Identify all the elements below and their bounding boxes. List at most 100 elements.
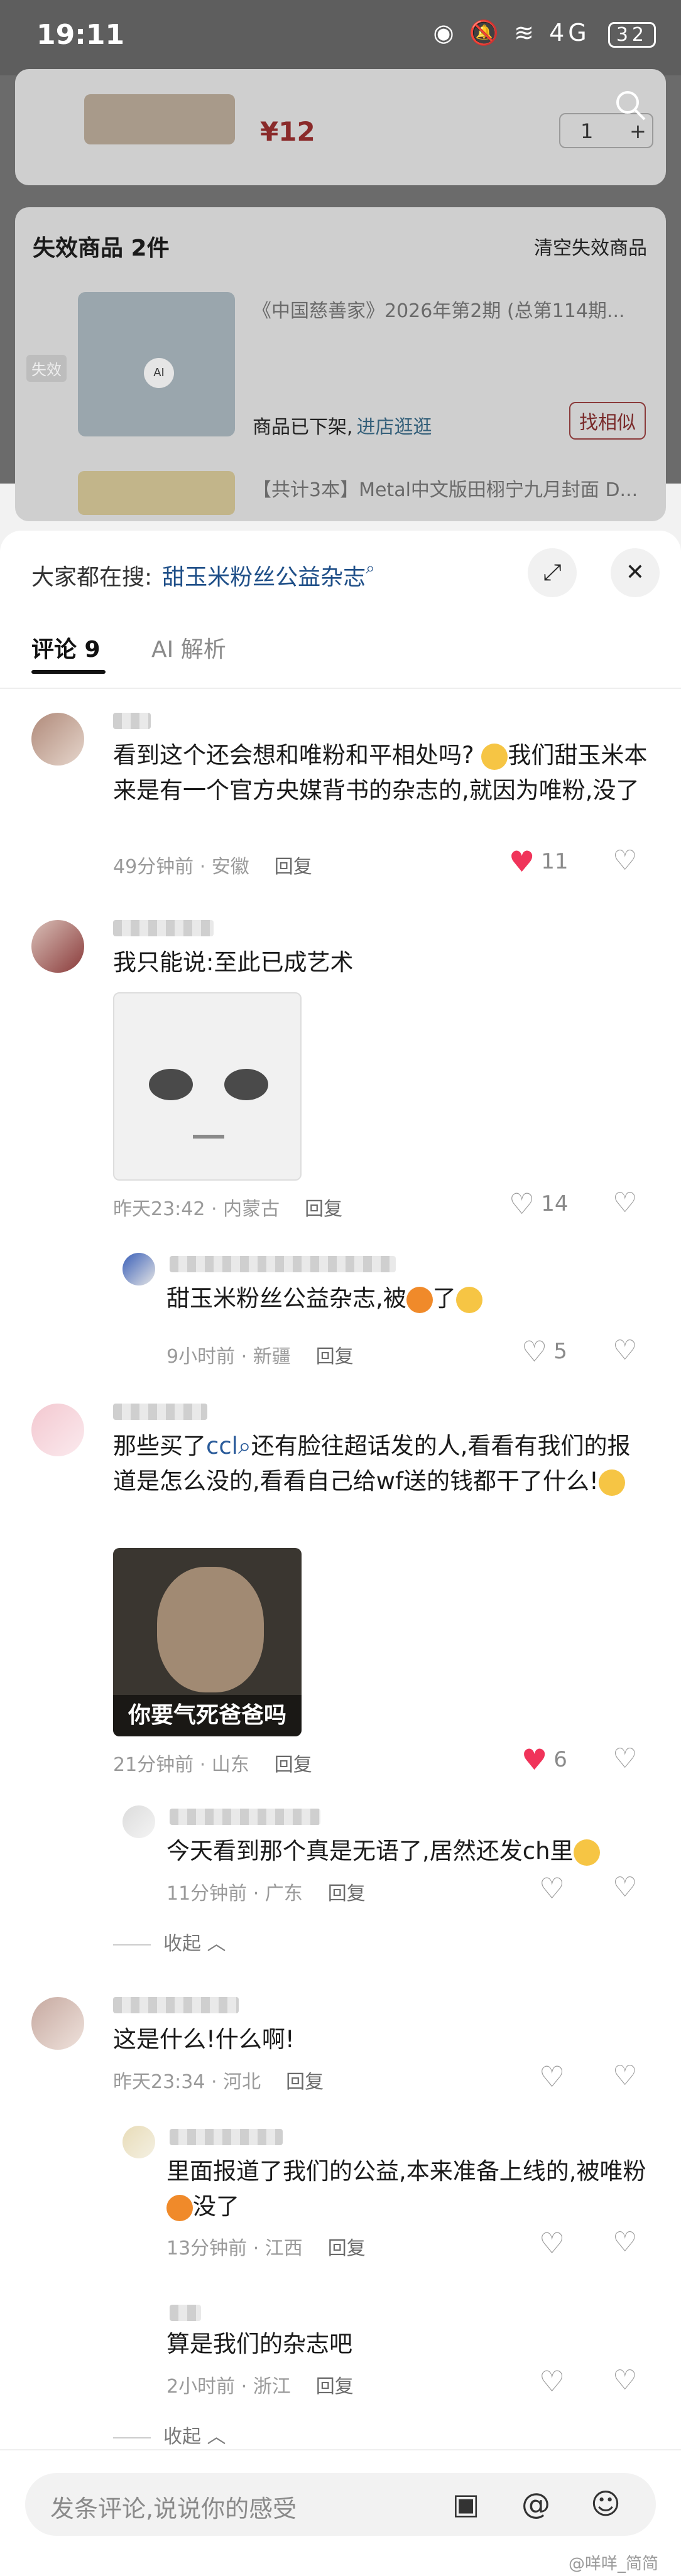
collapse-divider [113, 2437, 151, 2438]
battery-icon: 32 [607, 22, 656, 48]
chevron-up-icon: ︿ [207, 1933, 226, 1955]
comment-input[interactable]: 发条评论,说说你的感受 ▣ @ ☺ [25, 2473, 656, 2536]
heart-outline-icon: ♡ [539, 2060, 565, 2094]
reply-button[interactable]: 回复 [286, 2071, 324, 2093]
reply-button[interactable]: 回复 [328, 1883, 366, 1905]
broken-heart-icon[interactable]: ♡ [613, 1871, 637, 1903]
tab-ai-analysis[interactable]: AI 解析 [151, 631, 226, 664]
avatar[interactable] [31, 713, 84, 766]
status-time: 19:11 [36, 19, 125, 51]
close-icon[interactable]: ✕ [611, 548, 660, 597]
like-button[interactable]: ♡ [539, 2364, 565, 2398]
search-icon: ⌕ [366, 559, 375, 578]
username-blurred[interactable] [170, 2129, 283, 2145]
trending-search-keyword[interactable]: 甜玉米粉丝公益杂志 [162, 565, 366, 590]
like-button[interactable]: ♡ 14 [509, 1187, 569, 1221]
next-item-cover[interactable] [78, 471, 235, 515]
like-button[interactable]: ♡ 5 [521, 1334, 567, 1368]
expand-icon[interactable]: ⤢ [528, 548, 577, 597]
quantity-value: 1 [580, 119, 594, 143]
plus-icon[interactable]: + [629, 119, 646, 143]
at-mention-icon[interactable]: @ [521, 2487, 550, 2521]
thinking-emoji-icon [481, 743, 508, 770]
avatar[interactable] [31, 1997, 84, 2050]
reply-button[interactable]: 回复 [328, 2238, 366, 2259]
username-blurred[interactable] [113, 1997, 239, 2013]
grin-emoji-icon [598, 1469, 625, 1496]
invalid-item-name[interactable]: 《中国慈善家》2026年第2期 (总第114期... [253, 295, 648, 323]
collapse-replies-button[interactable]: 收起 ︿ [113, 1928, 226, 1956]
comment-text: 这是什么!什么啊! [113, 2026, 295, 2053]
crying-emoji-icon [573, 1839, 600, 1866]
orange-emoji-icon [166, 2194, 193, 2221]
username-blurred[interactable] [170, 1256, 396, 1272]
broken-heart-icon[interactable]: ♡ [613, 1334, 637, 1366]
trending-search[interactable]: 大家都在搜: 甜玉米粉丝公益杂志⌕ [31, 559, 375, 592]
comment-sticker-image[interactable] [113, 992, 302, 1181]
reply-meta: 13分钟前 · 江西 回复 [166, 2238, 366, 2259]
comment-meta: 昨天23:42 · 内蒙古 回复 [113, 1198, 343, 1220]
username-blurred[interactable] [113, 1404, 207, 1420]
chevron-up-icon: ︿ [207, 2426, 226, 2448]
username-blurred[interactable] [113, 713, 151, 729]
emoji-icon[interactable]: ☺ [591, 2487, 621, 2521]
reply-button[interactable]: 回复 [316, 1346, 354, 1368]
avatar[interactable] [31, 1404, 84, 1456]
username-blurred[interactable] [170, 1809, 320, 1825]
avatar[interactable] [123, 1253, 155, 1285]
reply-meta: 9小时前 · 新疆 回复 [166, 1346, 354, 1368]
next-item-name[interactable]: 【共计3本】Metal中文版田栩宁九月封面 D... [253, 474, 648, 502]
heart-outline-icon: ♡ [539, 1871, 565, 1905]
sticker-eye [224, 1069, 268, 1100]
comment-input-bar: 发条评论,说说你的感受 ▣ @ ☺ @咩咩_简简 [0, 2449, 681, 2576]
cart-item-thumbnail [84, 94, 235, 144]
active-tab-indicator [31, 670, 106, 674]
reply-button[interactable]: 回复 [316, 2376, 354, 2398]
avatar[interactable] [123, 2126, 155, 2158]
magazine-cover[interactable]: AI [78, 292, 235, 436]
reply-button[interactable]: 回复 [275, 856, 312, 878]
heart-outline-icon: ♡ [539, 2364, 565, 2398]
find-similar-button[interactable]: 找相似 [569, 402, 646, 440]
like-button[interactable]: ♥ 11 [509, 845, 569, 879]
username-blurred[interactable] [170, 2305, 201, 2321]
status-icons: ◉ 🔕 ≋ 4G 32 [433, 19, 656, 48]
reply-button[interactable]: 回复 [305, 1198, 342, 1220]
broken-heart-icon[interactable]: ♡ [613, 845, 637, 877]
wifi-icon: ≋ [514, 19, 538, 46]
image-icon[interactable]: ▣ [452, 2487, 479, 2521]
invalid-items-title: 失效商品 2件 [33, 235, 170, 261]
reply-text: 甜玉米粉丝公益杂志,被了 [166, 1281, 656, 1316]
crying-emoji-icon [455, 1286, 482, 1313]
trending-search-prefix: 大家都在搜: [31, 565, 153, 590]
avatar[interactable] [31, 920, 84, 973]
search-icon: ⌕ [237, 1432, 251, 1459]
cart-item-card: ¥12 1 + [15, 69, 666, 185]
reply-text: 今天看到那个真是无语了,居然还发ch里 [166, 1834, 656, 1869]
reply-meta: 2小时前 · 浙江 回复 [166, 2376, 354, 2398]
clear-invalid-button[interactable]: 清空失效商品 [534, 232, 647, 260]
reply-text: 算是我们的杂志吧 [166, 2330, 352, 2357]
meme-face [157, 1567, 264, 1692]
reply-button[interactable]: 回复 [275, 1754, 312, 1776]
collapse-replies-button[interactable]: 收起 ︿ [113, 2421, 226, 2449]
comment-meta: 49分钟前 · 安徽 回复 [113, 856, 312, 878]
comment-meme-image[interactable]: 你要气死爸爸吗 [113, 1548, 302, 1736]
like-button[interactable]: ♥ 6 [521, 1743, 567, 1777]
username-blurred[interactable] [113, 920, 214, 936]
sticker-mouth [193, 1135, 224, 1139]
broken-heart-icon[interactable]: ♡ [613, 2364, 637, 2396]
like-button[interactable]: ♡ [539, 2060, 565, 2094]
like-button[interactable]: ♡ [539, 1871, 565, 1905]
search-icon[interactable] [613, 88, 647, 122]
broken-heart-icon[interactable]: ♡ [613, 2226, 637, 2258]
mention-link[interactable]: ccl [206, 1432, 238, 1459]
broken-heart-icon[interactable]: ♡ [613, 2060, 637, 2092]
broken-heart-icon[interactable]: ♡ [613, 1743, 637, 1775]
avatar[interactable] [123, 1805, 155, 1838]
like-button[interactable]: ♡ [539, 2226, 565, 2260]
visit-store-link[interactable]: 进店逛逛 [357, 416, 432, 438]
broken-heart-icon[interactable]: ♡ [613, 1187, 637, 1219]
comment-text: 那些买了ccl⌕还有脸往超话发的人,看看有我们的报道是怎么没的,看看自己给wf送… [113, 1432, 631, 1496]
tab-comments[interactable]: 评论 9 [31, 631, 101, 664]
